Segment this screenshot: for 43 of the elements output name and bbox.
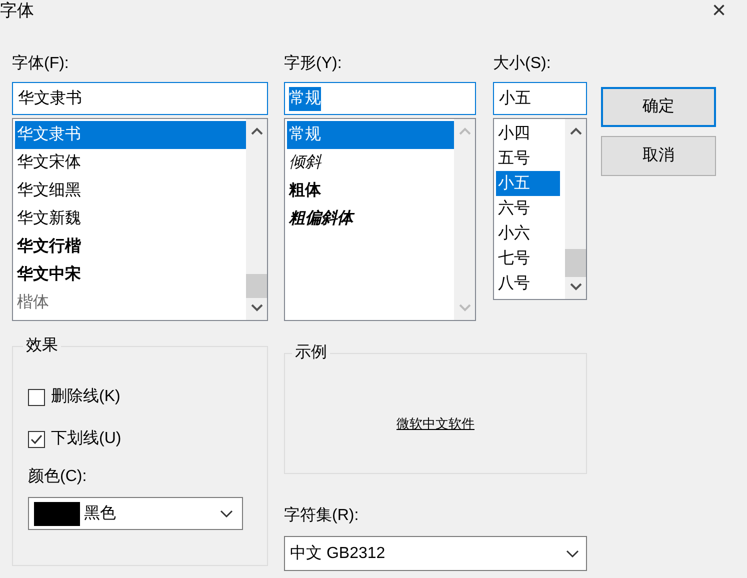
window-title: 字体	[0, 0, 34, 22]
list-item[interactable]: 五号	[496, 146, 560, 171]
list-item[interactable]: 华文新魏	[15, 205, 246, 233]
list-item[interactable]: 楷体	[15, 289, 246, 317]
list-item[interactable]: 华文宋体	[15, 149, 246, 177]
list-item[interactable]: 七号	[496, 246, 560, 271]
cancel-button[interactable]: 取消	[601, 136, 716, 176]
scroll-down-icon[interactable]	[570, 283, 582, 291]
list-item[interactable]: 华文行楷	[15, 233, 246, 261]
checkbox-label: 下划线(U)	[51, 428, 122, 449]
list-item[interactable]: 倾斜	[287, 149, 454, 177]
scroll-down-icon[interactable]	[250, 304, 262, 312]
input-field[interactable]: 华文隶书	[12, 82, 268, 115]
ok-button[interactable]: 确定	[601, 87, 716, 127]
list-item[interactable]: 华文中宋	[15, 261, 246, 289]
input-field[interactable]: 常规	[284, 82, 476, 115]
list-item[interactable]: 粗偏斜体	[287, 205, 454, 233]
color-dropdown[interactable]: 黑色	[28, 497, 243, 530]
field-label: 颜色(C):	[28, 466, 87, 487]
list-item[interactable]: 常规	[287, 121, 454, 149]
scrollbar-thumb[interactable]	[246, 274, 267, 298]
scrollbar-thumb[interactable]	[565, 249, 586, 277]
list-item[interactable]: 六号	[496, 196, 560, 221]
close-button[interactable]: ×	[701, 0, 737, 22]
checkbox[interactable]	[28, 388, 45, 406]
list-item[interactable]: 粗体	[287, 177, 454, 205]
field-label: 字符集(R):	[284, 506, 359, 526]
field-label: 字体(F):	[12, 54, 69, 74]
list-item[interactable]: 八号	[496, 271, 560, 296]
input-field[interactable]: 小五	[493, 82, 587, 115]
field-label: 字形(Y):	[284, 54, 342, 74]
list-item[interactable]: 小五	[496, 171, 560, 196]
list-item[interactable]: 小六	[496, 221, 560, 246]
scroll-up-icon[interactable]	[570, 127, 582, 135]
list-item[interactable]: 华文细黑	[15, 177, 246, 205]
field-label: 大小(S):	[493, 54, 551, 74]
list-item[interactable]: 小四	[496, 121, 560, 146]
checkbox-label: 删除线(K)	[51, 386, 120, 407]
sample-text: 微软中文软件	[396, 414, 474, 433]
checkbox[interactable]	[28, 430, 45, 448]
scroll-up-icon[interactable]	[250, 127, 262, 135]
list-item[interactable]: 华文隶书	[15, 121, 246, 149]
charset-dropdown[interactable]: 中文 GB2312	[284, 536, 587, 571]
